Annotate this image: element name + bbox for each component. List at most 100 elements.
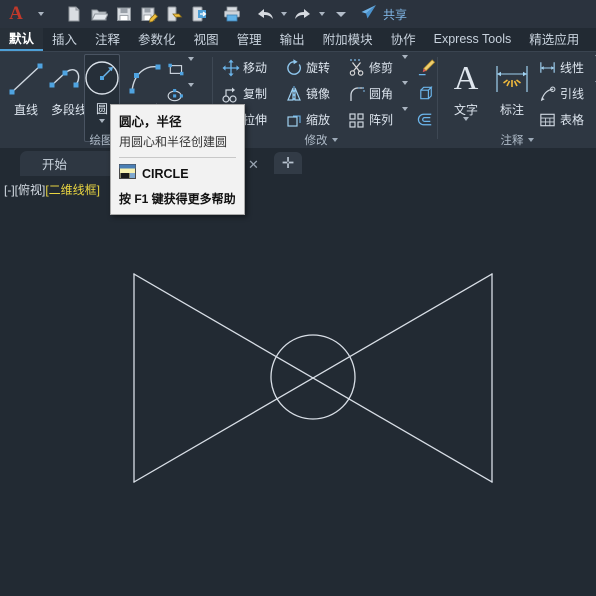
panel-annotation-title[interactable]: 注释 — [438, 132, 596, 148]
tool-scale[interactable]: 缩放 — [284, 110, 330, 129]
tooltip-description: 用圆心和半径创建圆 — [119, 135, 228, 149]
tooltip-title: 圆心，半径 — [119, 115, 182, 129]
ribbon-tab-view[interactable]: 视图 — [185, 28, 228, 51]
move-icon — [221, 58, 240, 77]
undo-dropdown-icon[interactable] — [278, 2, 290, 26]
ribbon-tab-annotate[interactable]: 注释 — [86, 28, 129, 51]
customize-dropdown-icon[interactable] — [29, 2, 53, 26]
scale-icon — [284, 110, 303, 129]
tool-line[interactable]: 直线 — [4, 56, 48, 118]
tool-leader[interactable]: 引线 — [538, 80, 596, 103]
table-icon — [538, 110, 557, 129]
tool-ellipse-dropdown-icon[interactable] — [188, 82, 194, 105]
tool-trim[interactable]: 修剪 — [347, 54, 409, 77]
tool-table[interactable]: 表格 — [538, 110, 584, 129]
tool-match-properties[interactable] — [417, 58, 436, 77]
tool-dimension-label: 标注 — [499, 103, 524, 117]
array-icon — [347, 110, 366, 129]
drawing-canvas[interactable]: [-][俯视][二维线框] — [0, 176, 596, 596]
print-icon[interactable] — [220, 2, 244, 26]
tool-rotate[interactable]: 旋转 — [284, 58, 330, 77]
tool-move[interactable]: 移动 — [221, 58, 267, 77]
share-button[interactable]: 共享 — [360, 4, 407, 25]
new-file-icon[interactable] — [62, 2, 86, 26]
tool-rectangle[interactable] — [166, 56, 194, 79]
tool-copy[interactable]: 复制 — [221, 84, 267, 103]
tool-array-label: 阵列 — [369, 113, 394, 127]
tool-array[interactable]: 阵列 — [347, 106, 409, 129]
quick-access-toolbar: A 共享 — [0, 0, 596, 28]
save-icon[interactable] — [112, 2, 136, 26]
tool-rectangle-dropdown-icon[interactable] — [188, 56, 194, 79]
tool-fillet[interactable]: 圆角 — [347, 80, 409, 103]
open-file-icon[interactable] — [87, 2, 111, 26]
tool-circle-label: 圆 — [95, 102, 108, 116]
ribbon-tab-manage[interactable]: 管理 — [228, 28, 271, 51]
tool-leader-label: 引线 — [560, 87, 585, 101]
text-icon: A — [453, 60, 479, 97]
tool-explode[interactable] — [417, 84, 436, 103]
tool-fillet-dropdown-icon[interactable] — [402, 80, 409, 103]
circle-icon — [82, 55, 122, 101]
dimension-icon — [490, 56, 534, 102]
redo-dropdown-icon[interactable] — [316, 2, 328, 26]
panel-annotation-title-label: 注释 — [500, 135, 524, 147]
drawing-geometry — [133, 273, 493, 483]
tool-rotate-label: 旋转 — [306, 61, 331, 75]
autocad-logo[interactable]: A — [4, 2, 28, 26]
tool-linear-dimension[interactable]: 线性 — [538, 54, 596, 77]
trim-icon — [347, 58, 366, 77]
ribbon-tab-collaborate[interactable]: 协作 — [382, 28, 425, 51]
tool-ellipse[interactable] — [166, 82, 194, 105]
layer-icon — [417, 110, 436, 129]
autocad-window: A 共享 默认 插入 注释 参数化 视图 管理 输出 附加模块 协作 Expre… — [0, 0, 596, 596]
publish-icon[interactable] — [187, 2, 211, 26]
fillet-icon — [347, 84, 366, 103]
tool-text-label: 文字 — [453, 103, 478, 117]
ribbon: 直线 多段线 圆 绘图 移动 旋转 修剪 复制 镜像 圆角 拉伸 缩放 阵列 修… — [0, 51, 596, 171]
ribbon-tab-addins[interactable]: 附加模块 — [314, 28, 382, 51]
tooltip-command: CIRCLE — [142, 167, 189, 181]
leader-icon — [538, 84, 557, 103]
tooltip-command-row: CIRCLE — [119, 164, 236, 184]
ribbon-tab-output[interactable]: 输出 — [271, 28, 314, 51]
new-tab-glyph: ✛ — [281, 155, 295, 172]
qat-spacer-3 — [245, 2, 252, 26]
match-properties-icon — [417, 58, 436, 77]
panel-modify-title-label: 修改 — [304, 135, 328, 147]
tool-layer[interactable] — [417, 110, 436, 129]
ellipse-icon — [166, 86, 185, 105]
tool-scale-label: 缩放 — [306, 113, 331, 127]
close-icon[interactable]: ✕ — [248, 157, 259, 173]
qat-more-icon[interactable] — [329, 2, 353, 26]
circle-shape — [270, 334, 356, 420]
new-tab-icon[interactable]: ✛ — [274, 152, 302, 174]
panel-annotation-expand-icon[interactable] — [527, 138, 534, 142]
panel-modify-title[interactable]: 修改 — [213, 132, 429, 148]
tool-trim-label: 修剪 — [369, 61, 394, 75]
tool-fillet-label: 圆角 — [369, 87, 394, 101]
ribbon-tab-default[interactable]: 默认 — [0, 28, 44, 51]
tool-stretch-label: 拉伸 — [243, 113, 268, 127]
ribbon-tab-parametric[interactable]: 参数化 — [129, 28, 185, 51]
panel-modify-expand-icon[interactable] — [331, 138, 338, 142]
copy-icon — [221, 84, 240, 103]
save-as-icon[interactable] — [137, 2, 161, 26]
tool-trim-dropdown-icon[interactable] — [402, 54, 409, 77]
tool-text[interactable]: A 文字 — [444, 56, 488, 139]
ribbon-tab-featured-apps[interactable]: 精选应用 — [520, 28, 588, 51]
tool-mirror[interactable]: 镜像 — [284, 84, 330, 103]
tooltip-help: 按 F1 键获得更多帮助 — [119, 192, 236, 206]
mirror-icon — [284, 84, 303, 103]
ribbon-tab-express-tools[interactable]: Express Tools — [425, 28, 521, 51]
ribbon-tab-insert[interactable]: 插入 — [43, 28, 86, 51]
tool-mirror-label: 镜像 — [306, 87, 331, 101]
redo-icon[interactable] — [291, 2, 315, 26]
undo-icon[interactable] — [253, 2, 277, 26]
qat-spacer-2 — [212, 2, 219, 26]
export-icon[interactable] — [162, 2, 186, 26]
tool-array-dropdown-icon[interactable] — [402, 106, 409, 129]
document-tab-start-label: 开始 — [42, 158, 68, 172]
tool-dimension[interactable]: 标注 — [490, 56, 534, 118]
tool-copy-label: 复制 — [243, 87, 268, 101]
